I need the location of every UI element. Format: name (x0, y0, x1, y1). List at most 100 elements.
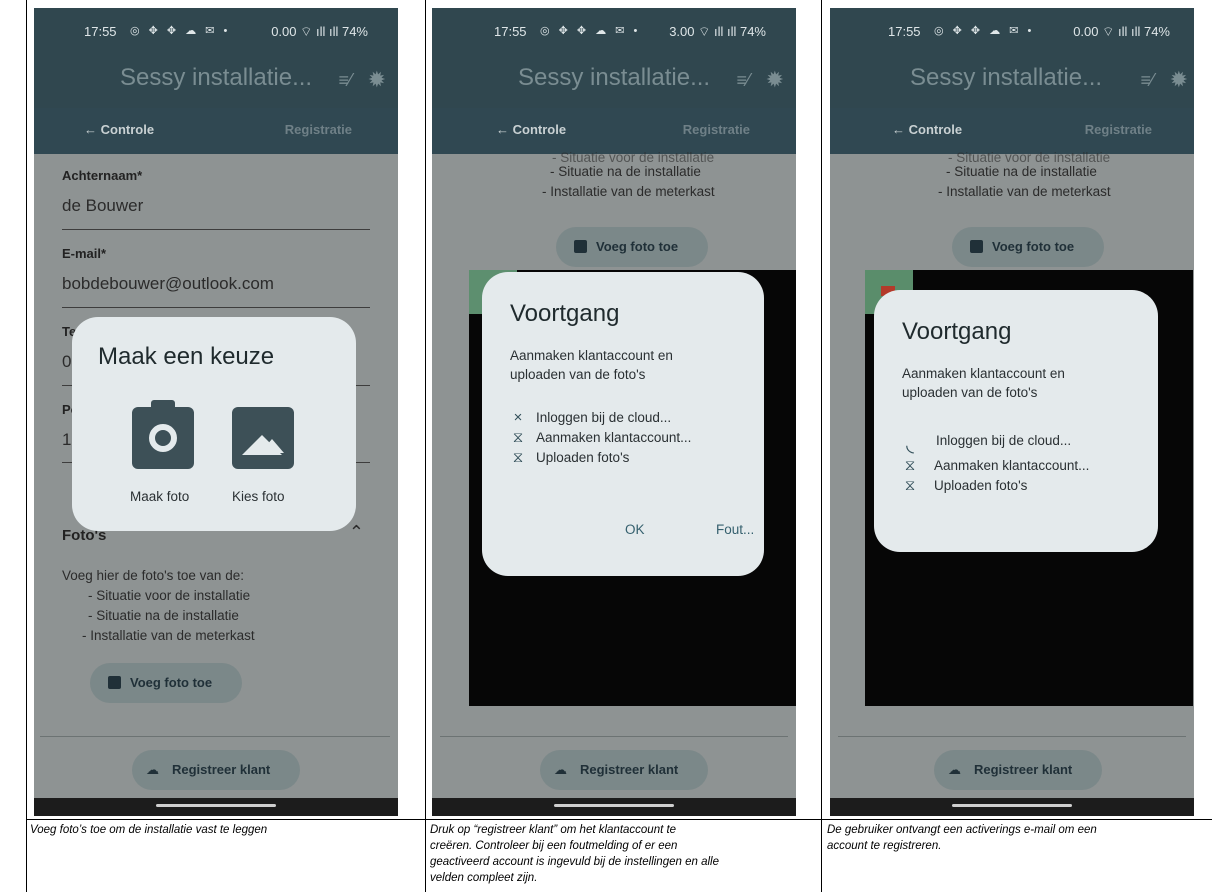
caption-2: Druk op “registreer klant” om het klanta… (430, 822, 818, 886)
field-underline (62, 229, 370, 230)
ok-button[interactable]: OK (625, 522, 645, 537)
caption-line: account te registreren. (827, 840, 942, 852)
caption-line: creëren. Controleer bij een foutmelding … (430, 840, 678, 852)
battery-level: 74% (739, 24, 766, 39)
edit-list-icon[interactable]: ≡⁄ (736, 70, 750, 91)
table-column-divider (821, 0, 822, 892)
caption-line: geactiveerd account is ingevuld bij de i… (430, 856, 719, 868)
step-label: Aanmaken klantaccount... (934, 458, 1090, 473)
status-time: 17:55 (888, 24, 921, 39)
photos-intro: Voeg hier de foto's toe van de: (62, 568, 244, 583)
dialog-title: Voortgang (510, 300, 620, 327)
field-email[interactable]: bobdebouwer@outlook.com (62, 274, 274, 294)
cloud-upload-icon: ☁ (554, 762, 567, 777)
photo-bullet: - Situatie na de installatie (88, 608, 239, 623)
status-right: 0.00 ⌔ ıll ıll 74% (1073, 24, 1170, 39)
add-photo-button[interactable]: Voeg foto toe (90, 663, 242, 703)
field-label-achternaam: Achternaam* (62, 168, 143, 183)
app-bar: Sessy installatie... ≡⁄ ✹ (830, 54, 1194, 108)
photo-bullet: - Installatie van de meterkast (938, 184, 1111, 199)
dialog-body-line: uploaden van de foto's (902, 385, 1038, 400)
status-time: 17:55 (494, 24, 527, 39)
gallery-image-icon[interactable] (232, 407, 294, 469)
app-title: Sessy installatie... (910, 64, 1103, 91)
field-postcode[interactable]: 1 (62, 430, 71, 450)
divider (40, 736, 390, 737)
error-details-button[interactable]: Fout... (716, 522, 754, 537)
gear-icon[interactable]: ✹ (368, 67, 386, 93)
tab-back-label: Controle (908, 122, 963, 137)
table-column-divider (425, 0, 426, 892)
chevron-up-icon[interactable]: ⌃ (349, 522, 364, 542)
step-label: Uploaden foto's (536, 450, 630, 465)
caption-3: De gebruiker ontvangt een activerings e-… (827, 822, 1209, 854)
net-speed: 0.00 (271, 24, 297, 39)
dialog-body-line: uploaden van de foto's (510, 367, 646, 382)
take-photo-option[interactable]: Maak foto (130, 489, 189, 504)
step-label: Aanmaken klantaccount... (536, 430, 692, 445)
tab-back-controle[interactable]: ← Controle (84, 122, 154, 137)
field-telefoon[interactable]: 0 (62, 352, 71, 372)
loading-spinner-icon: ◟ (906, 434, 914, 456)
cloud-upload-icon: ☁ (948, 762, 961, 777)
progress-dialog: Voortgang Aanmaken klantaccount en uploa… (482, 272, 764, 576)
dialog-title: Maak een keuze (98, 343, 275, 370)
tab-back-label: Controle (512, 122, 567, 137)
status-bar: 17:55 ◎ ✥ ✥ ☁ ✉ • 3.00 ⌔ ıll ıll 74% (432, 8, 796, 54)
divider (838, 736, 1186, 737)
image-icon (108, 676, 121, 689)
photo-bullet: - Situatie voor de installatie (88, 588, 251, 603)
tab-back-label: Controle (100, 122, 155, 137)
tab-registratie[interactable]: Registratie (1085, 122, 1152, 137)
progress-dialog: Voortgang Aanmaken klantaccount en uploa… (874, 290, 1158, 552)
register-customer-button[interactable]: ☁ Registreer klant (540, 750, 708, 790)
edit-list-icon[interactable]: ≡⁄ (338, 70, 352, 91)
app-bar: Sessy installatie... ≡⁄ ✹ (432, 54, 796, 108)
register-customer-button[interactable]: ☁ Registreer klant (132, 750, 300, 790)
register-customer-button[interactable]: ☁ Registreer klant (934, 750, 1102, 790)
nav-handle (554, 804, 674, 807)
edit-list-icon[interactable]: ≡⁄ (1140, 70, 1154, 91)
gear-icon[interactable]: ✹ (766, 67, 784, 93)
notification-icons: ◎ ✥ ✥ ☁ ✉ • (540, 25, 641, 37)
battery-level: 74% (1143, 24, 1170, 39)
add-photo-label: Voeg foto toe (992, 239, 1075, 254)
caption-line: Druk op “registreer klant” om het klanta… (430, 824, 677, 836)
gesture-nav-bar (432, 798, 796, 816)
photo-bullet: - Installatie van de meterkast (82, 628, 255, 643)
gear-icon[interactable]: ✹ (1170, 67, 1188, 93)
tab-back-controle[interactable]: ← Controle (892, 122, 962, 137)
net-speed: 3.00 (669, 24, 695, 39)
tab-back-controle[interactable]: ← Controle (496, 122, 566, 137)
tab-registratie[interactable]: Registratie (285, 122, 352, 137)
register-label: Registreer klant (974, 762, 1073, 777)
notification-icons: ◎ ✥ ✥ ☁ ✉ • (934, 25, 1035, 37)
app-bar: Sessy installatie... ≡⁄ ✹ (34, 54, 398, 108)
add-photo-label: Voeg foto toe (596, 239, 679, 254)
status-time: 17:55 (84, 24, 117, 39)
caption-1: Voeg foto’s toe om de installatie vast t… (30, 824, 268, 836)
image-icon (574, 240, 587, 253)
phone-screenshot-3: 17:55 ◎ ✥ ✥ ☁ ✉ • 0.00 ⌔ ıll ıll 74% Ses… (830, 8, 1194, 816)
status-right: 3.00 ⌔ ıll ıll 74% (669, 24, 766, 39)
add-photo-button[interactable]: Voeg foto toe (952, 227, 1104, 267)
add-photo-label: Voeg foto toe (130, 675, 213, 690)
camera-icon[interactable] (132, 400, 194, 469)
dialog-body-line: Aanmaken klantaccount en (510, 348, 673, 363)
field-underline (62, 307, 370, 308)
image-icon (970, 240, 983, 253)
caption-line: De gebruiker ontvangt een activerings e-… (827, 824, 1097, 836)
hourglass-icon: ⧖ (512, 449, 524, 466)
divider (440, 736, 788, 737)
tab-registratie[interactable]: Registratie (683, 122, 750, 137)
field-achternaam[interactable]: de Bouwer (62, 196, 143, 216)
app-title: Sessy installatie... (518, 64, 711, 91)
close-icon: × (513, 409, 523, 426)
gesture-nav-bar (34, 798, 398, 816)
nav-handle (156, 804, 276, 807)
choose-photo-option[interactable]: Kies foto (232, 489, 285, 504)
step-label: Inloggen bij de cloud... (936, 433, 1072, 448)
add-photo-button[interactable]: Voeg foto toe (556, 227, 708, 267)
tab-bar: ← Controle Registratie (34, 108, 398, 154)
status-bar: 17:55 ◎ ✥ ✥ ☁ ✉ • 0.00 ⌔ ıll ıll 74% (34, 8, 398, 54)
